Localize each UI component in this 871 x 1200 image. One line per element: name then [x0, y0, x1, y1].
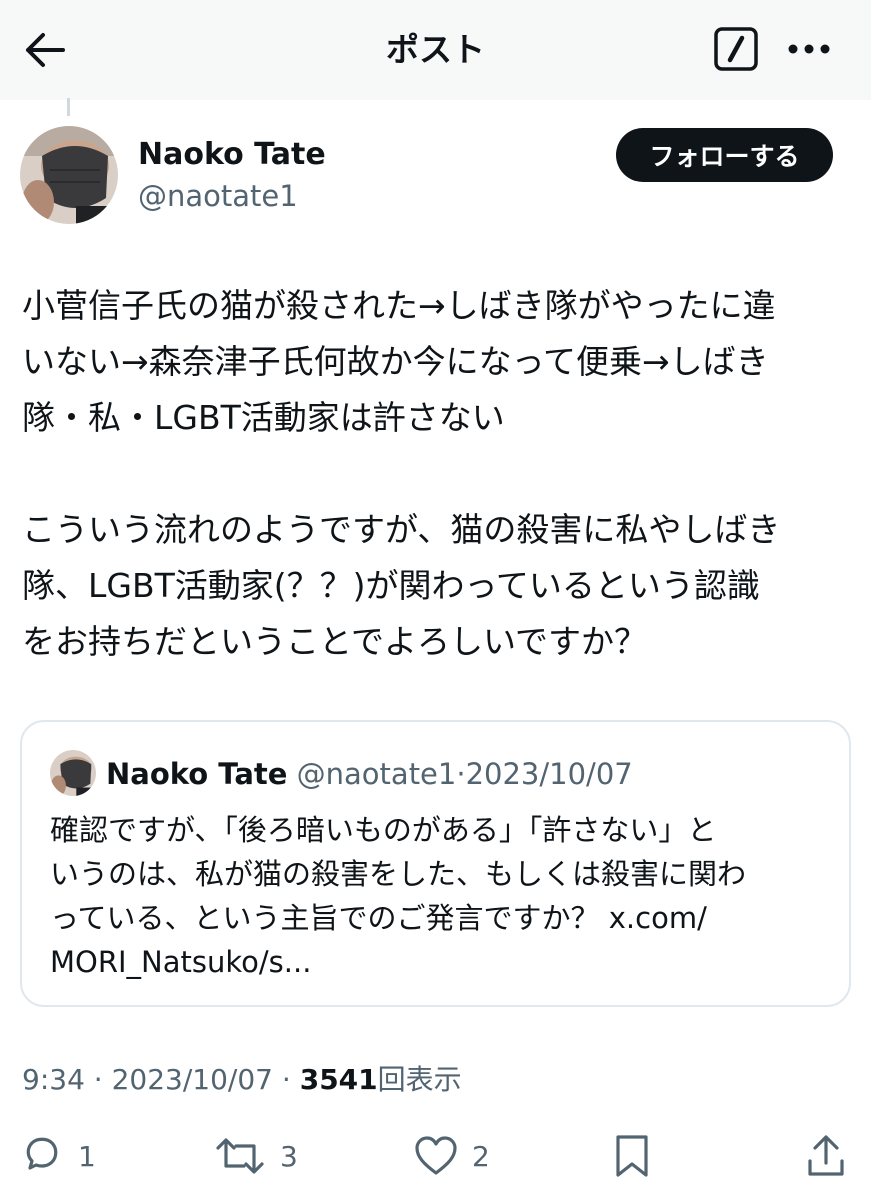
post-line: 隊・私・LGBT活動家は許さない — [22, 398, 505, 437]
views-label: 回表示 — [377, 1063, 462, 1096]
compose-button[interactable] — [711, 24, 761, 74]
quoted-post-card[interactable]: Naoko Tate @naotate1·2023/10/07 確認ですが、「後… — [20, 720, 851, 1007]
quote-line: MORI_Natsuko/s... — [50, 945, 312, 979]
quote-body: 確認ですが、「後ろ暗いものがある」「許さない」と いうのは、私が猫の殺害をした、… — [50, 808, 840, 984]
reply-icon — [26, 1137, 58, 1170]
quote-line: 確認ですが、「後ろ暗いものがある」「許さない」と — [50, 813, 717, 847]
post-line: 隊、LGBT活動家(？？)が関わっているという認識 — [22, 566, 760, 605]
reply-count: 1 — [78, 1139, 96, 1173]
more-horizontal-icon — [788, 44, 830, 54]
top-bar: ポスト — [0, 0, 871, 100]
meta-separator: · — [93, 1063, 103, 1096]
share-icon — [808, 1135, 844, 1176]
bookmark-icon — [616, 1135, 648, 1177]
share-button[interactable] — [806, 1130, 846, 1182]
retweet-icon — [216, 1138, 264, 1174]
author-handle: @naotate1 — [138, 179, 298, 213]
quote-avatar — [50, 750, 96, 796]
bookmark-button[interactable] — [614, 1130, 650, 1182]
like-button[interactable]: 2 — [414, 1130, 490, 1182]
author-avatar[interactable] — [20, 126, 118, 224]
heart-icon — [415, 1136, 457, 1175]
post-line: いない→森奈津子氏何故か今になって便乗→しばき — [22, 342, 769, 381]
post-body: 小菅信子氏の猫が殺された→しばき隊がやったに違 いない→森奈津子氏何故か今になっ… — [22, 278, 852, 670]
avatar-image — [50, 750, 96, 796]
follow-button[interactable]: フォローする — [616, 128, 833, 182]
meta-separator: · — [281, 1063, 291, 1096]
like-count: 2 — [472, 1139, 490, 1173]
quote-author-name: Naoko Tate — [106, 757, 288, 791]
retweet-count: 3 — [280, 1139, 298, 1173]
quote-author-handle: @naotate1 — [296, 757, 457, 791]
quote-line: っている、という主旨でのご発言ですか？ x.com/ — [50, 901, 707, 935]
quote-date: 2023/10/07 — [465, 757, 633, 791]
author-name[interactable]: Naoko Tate — [138, 136, 326, 174]
avatar-image — [20, 126, 118, 224]
thread-connector — [67, 98, 70, 116]
post-date[interactable]: 2023/10/07 — [112, 1063, 273, 1096]
views-count: 3541 — [299, 1063, 378, 1096]
reply-button[interactable]: 1 — [20, 1130, 96, 1182]
quote-meta: Naoko Tate @naotate1·2023/10/07 — [106, 754, 633, 794]
post-time[interactable]: 9:34 — [22, 1063, 85, 1096]
post-line: こういう流れのようですが、猫の殺害に私やしばき — [22, 510, 781, 549]
post-line: をお持ちだということでよろしいですか？ — [22, 622, 648, 661]
post-timestamp: 9:34 · 2023/10/07 · 3541回表示 — [22, 1060, 462, 1100]
quote-separator: · — [456, 757, 466, 791]
retweet-button[interactable]: 3 — [214, 1130, 298, 1182]
post-line: 小菅信子氏の猫が殺された→しばき隊がやったに違 — [22, 286, 776, 325]
quote-line: いうのは、私が猫の殺害をした、もしくは殺害に関わ — [50, 857, 747, 891]
compose-icon — [714, 27, 758, 71]
more-button[interactable] — [784, 24, 834, 74]
